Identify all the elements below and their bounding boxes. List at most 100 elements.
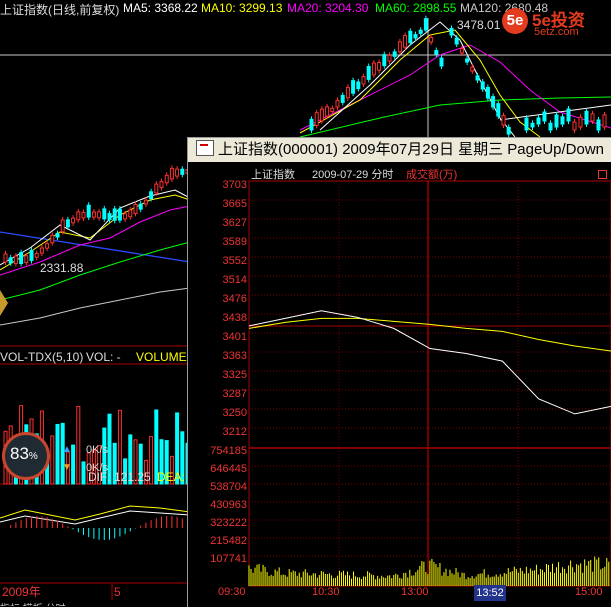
kline-candle: [566, 108, 571, 122]
kline-candle: [19, 252, 24, 265]
price-tick: 3438: [222, 312, 247, 324]
kline-candle: [45, 243, 50, 249]
price-tick: 3552: [222, 255, 247, 267]
price-tick: 3627: [222, 217, 247, 229]
price-tick: 3363: [222, 350, 247, 362]
kline-candle: [143, 199, 148, 205]
ma20-label: MA20: 3204.30: [287, 1, 369, 15]
bottom-tabs[interactable]: 指标 模板 分时: [0, 600, 190, 606]
kline-candle: [366, 65, 371, 80]
kline-candle: [397, 41, 402, 53]
kline-candle: [480, 81, 485, 90]
popup-title-bar[interactable]: 上证指数(000001) 2009年07月29日 星期三 PageUp/Down: [188, 138, 611, 162]
memory-percent: 83%: [10, 444, 38, 463]
kline-candle: [169, 167, 174, 180]
kline-candle: [371, 62, 376, 76]
kline-candle: [60, 219, 65, 233]
kline-candle: [50, 234, 55, 244]
5etz-logo: 5e 5e投资 5etz.com: [500, 4, 608, 38]
crosshair-time-label: 13:52: [474, 585, 506, 601]
ma5-label: MA5: 3368.22: [123, 1, 198, 15]
kline-candle: [159, 181, 164, 189]
kline-candle: [175, 168, 180, 177]
ma10-label: MA10: 3299.13: [201, 1, 283, 15]
volume-tick: 646445: [210, 463, 247, 475]
kline-candle: [439, 57, 444, 67]
volume-tick: 107741: [210, 553, 247, 565]
kline-candle: [345, 86, 350, 99]
kline-candle: [434, 49, 439, 55]
kline-candle: [107, 213, 112, 221]
kline-candle: [55, 233, 60, 238]
vol-panel-title: VOL-TDX(5,10): [0, 350, 84, 364]
price-tick: 3325: [222, 369, 247, 381]
kline-candle: [309, 118, 314, 131]
price-tick: 3514: [222, 274, 247, 286]
kline-candle: [387, 54, 392, 62]
kline-candle: [506, 126, 511, 135]
kline-candle: [470, 66, 475, 72]
upload-speed: 0K/s: [86, 444, 109, 456]
kline-candle: [314, 112, 319, 126]
price-tick: 3250: [222, 407, 247, 419]
kline-candle: [602, 114, 607, 128]
kline-candle: [97, 211, 102, 219]
ma60-label: MA60: 2898.55: [375, 1, 457, 15]
kline-candle: [496, 103, 501, 117]
price-tick: 3401: [222, 331, 247, 343]
kline-candle: [319, 108, 324, 122]
kline-candle: [76, 211, 81, 221]
kline-candle: [330, 107, 335, 113]
kline-candle: [65, 219, 70, 228]
kline-candle: [91, 211, 96, 218]
price-tick: 3703: [222, 179, 247, 191]
kline-candle: [8, 257, 13, 264]
kline-candle: [71, 217, 76, 224]
network-monitor-widget[interactable]: 83% ▲ 0K/s ▼ 0K/s: [0, 430, 108, 486]
kline-candle: [335, 99, 340, 108]
kline-candle: [13, 255, 18, 265]
kline-candle: [392, 51, 397, 57]
kline-candle: [449, 27, 454, 36]
kline-candle: [524, 117, 529, 131]
kline-candle: [491, 96, 496, 108]
kline-candle: [361, 76, 366, 85]
volume-tick: 538704: [210, 481, 247, 493]
popup-title: 上证指数(000001) 2009年07月29日 星期三 PageUp/Down: [218, 141, 605, 158]
kline-candle: [325, 106, 330, 117]
volume-tick: 215482: [210, 535, 247, 547]
kline-candle: [117, 208, 122, 221]
kline-candle: [351, 80, 356, 94]
logo-site: 5etz.com: [534, 26, 579, 38]
intraday-chart: [248, 180, 611, 587]
kline-candle: [536, 117, 541, 125]
kline-candle: [403, 35, 408, 48]
kline-candle: [475, 75, 480, 81]
logo-mark: 5e: [502, 8, 528, 34]
kline-candle: [578, 116, 583, 128]
price-tick: 3665: [222, 198, 247, 210]
vol-value: VOL: -: [86, 350, 121, 364]
kline-candle: [429, 37, 434, 43]
kline-candle: [485, 86, 490, 99]
kline-candle: [164, 174, 169, 184]
kline-candle: [123, 213, 128, 220]
kline-candle: [86, 204, 91, 218]
kline-candle: [112, 208, 117, 221]
kline-candle: [382, 54, 387, 67]
app-icon: [196, 140, 214, 156]
kline-candle: [408, 30, 413, 44]
kline-candle: [3, 253, 8, 263]
volume-tick: 754185: [210, 445, 247, 457]
kline-candle: [154, 183, 159, 194]
download-speed: 0K/s: [86, 462, 109, 474]
axis-month: 5: [114, 585, 121, 599]
kline-candle: [548, 122, 553, 131]
time-tick: 13:00: [401, 586, 429, 598]
kline-candle: [501, 115, 506, 126]
time-tick: 15:00: [575, 586, 603, 598]
kline-candle: [138, 203, 143, 210]
kline-candle: [24, 255, 29, 264]
kline-candle: [596, 119, 601, 131]
kline-candle: [81, 211, 86, 219]
